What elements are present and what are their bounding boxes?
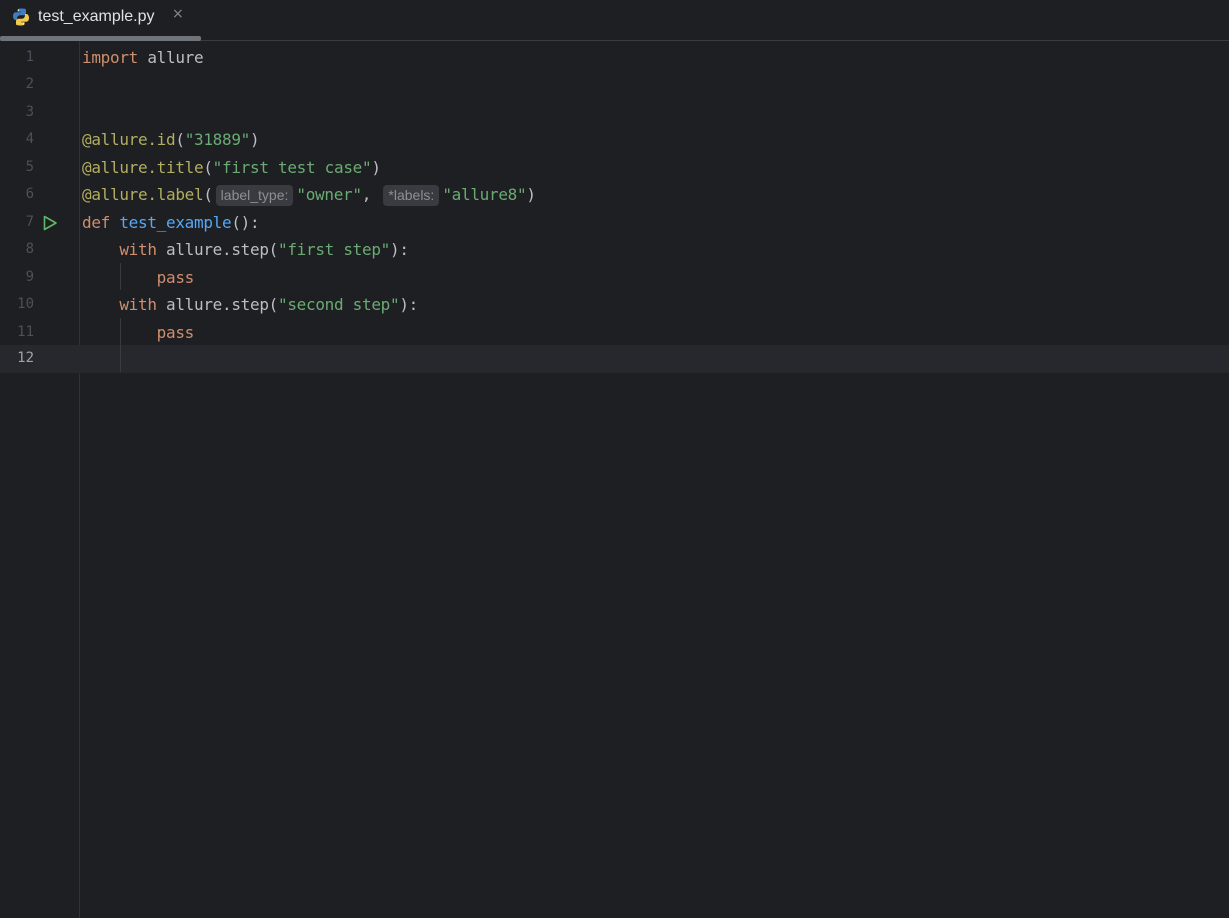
code-line[interactable]: 7 def test_example(): [0, 209, 1229, 237]
tab-title: test_example.py [38, 8, 155, 25]
line-number: 10 [17, 296, 34, 312]
line-number: 2 [25, 76, 34, 92]
line-number: 3 [25, 103, 34, 120]
code-line[interactable]: 5 @allure.title("first test case") [0, 154, 1229, 182]
line-number: 1 [25, 48, 34, 65]
parameter-hint-label-type: label_type: [215, 185, 294, 206]
run-test-icon[interactable] [41, 214, 59, 232]
tab-test-example[interactable]: test_example.py × [0, 0, 202, 41]
code-line[interactable]: 4 @allure.id("31889") [0, 126, 1229, 154]
line-number: 12 [17, 350, 34, 366]
code-text: with allure.step("first step"): [119, 240, 409, 259]
code-line[interactable]: 2 [0, 71, 1229, 99]
code-text: @allure.title("first test case") [82, 157, 381, 177]
code-text: @allure.id("31889") [82, 130, 260, 149]
code-line[interactable]: 6 @allure.label(label_type: "owner", *lab… [0, 181, 1229, 209]
code-line[interactable]: 3 [0, 99, 1229, 127]
tab-close-icon[interactable]: × [172, 6, 184, 22]
python-icon [13, 8, 29, 26]
code-line[interactable]: 11 pass [0, 319, 1229, 347]
code-line-current[interactable]: 12 [0, 345, 1229, 373]
line-number: 6 [25, 186, 34, 202]
code-text: pass [156, 322, 195, 342]
line-number: 9 [25, 268, 34, 285]
code-editor[interactable]: 1 import allure 2 3 4 @allure.id("31889"… [0, 41, 1229, 918]
line-number: 4 [25, 131, 34, 147]
parameter-hint-labels: *labels: [383, 185, 440, 206]
indent-guide [120, 263, 121, 290]
code-line[interactable]: 10 with allure.step("second step"): [0, 291, 1229, 319]
code-line[interactable]: 1 import allure [0, 44, 1229, 72]
line-number: 7 [25, 213, 34, 230]
code-text: @allure.label(label_type: "owner", *label… [82, 185, 536, 206]
indent-guide [120, 318, 121, 372]
code-text: pass [156, 267, 195, 287]
code-text: import allure [82, 47, 204, 67]
editor-tab-bar: test_example.py × [0, 0, 1229, 41]
line-number: 11 [17, 323, 34, 340]
line-number: 8 [25, 241, 34, 257]
code-text: with allure.step("second step"): [119, 295, 419, 314]
code-text: def test_example(): [82, 212, 260, 232]
line-number: 5 [25, 158, 34, 175]
code-line[interactable]: 9 pass [0, 264, 1229, 292]
code-line[interactable]: 8 with allure.step("first step"): [0, 236, 1229, 264]
